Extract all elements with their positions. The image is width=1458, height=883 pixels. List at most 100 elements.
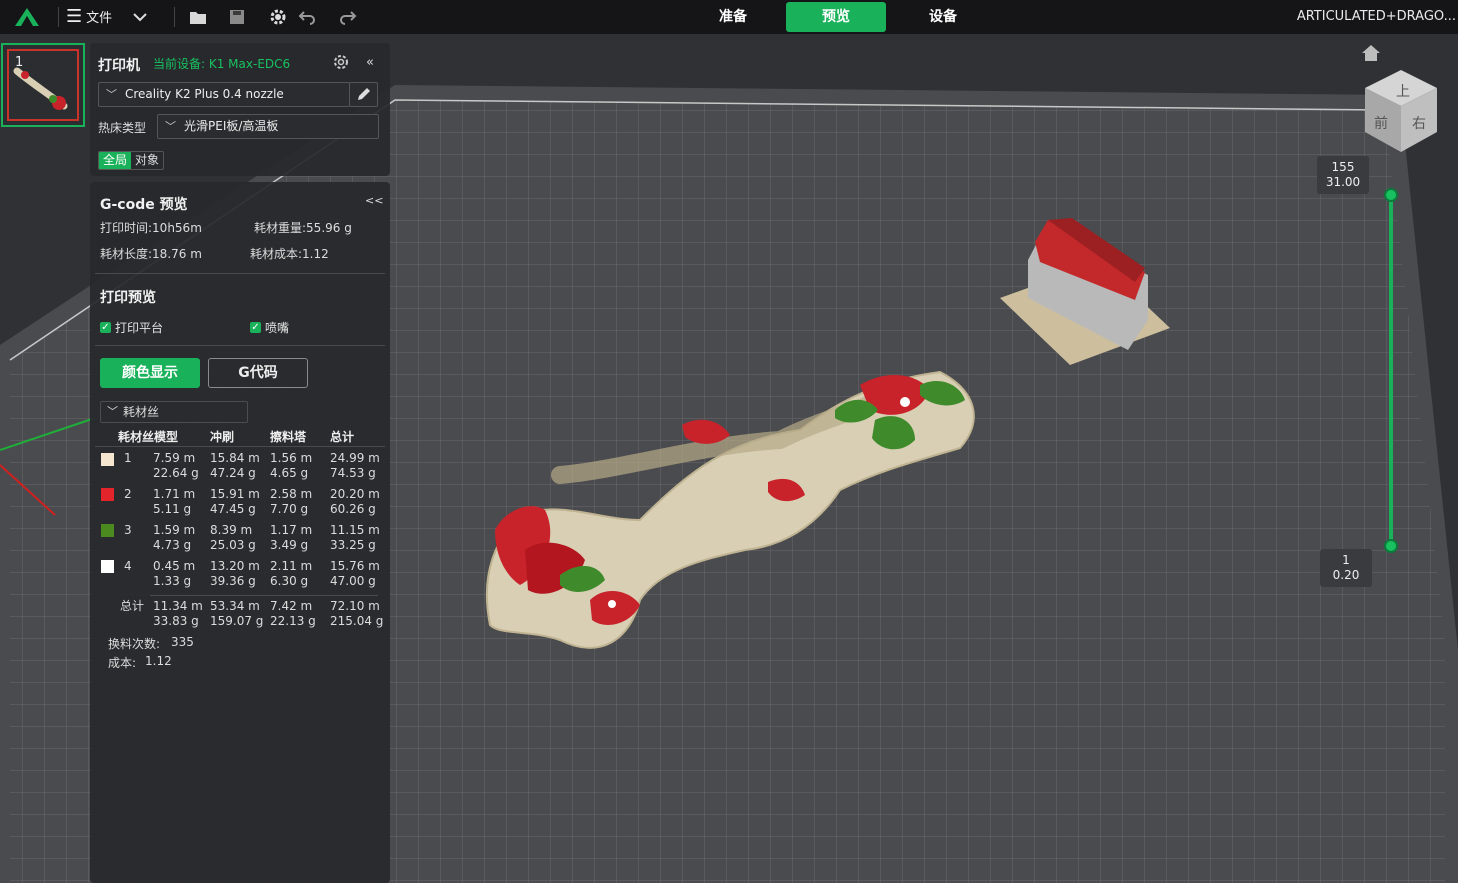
flush-weight: 25.03 g: [210, 538, 256, 552]
tower-length: 2.58 m: [270, 487, 313, 501]
chevron-down-icon[interactable]: [131, 8, 149, 26]
filament-changes-label: 换料次数:: [108, 637, 161, 651]
bottom-layer-number: 1: [1342, 553, 1350, 567]
total-label: 总计: [120, 599, 145, 613]
total-model-length: 11.34 m: [153, 599, 203, 613]
total-weight: 74.53 g: [330, 466, 376, 480]
collapse-gcode-panel-button[interactable]: <<: [365, 194, 383, 207]
column-header-flush: 冲刷: [210, 430, 235, 444]
bed-type-label: 热床类型: [98, 121, 147, 135]
filament-swatch: [101, 488, 114, 501]
model-weight: 5.11 g: [153, 502, 192, 516]
pencil-icon: [358, 88, 370, 100]
tower-weight: 7.70 g: [270, 502, 309, 516]
model-weight: 4.73 g: [153, 538, 192, 552]
flush-length: 13.20 m: [210, 559, 260, 573]
checkbox-checked-icon: ✓: [100, 322, 111, 333]
total-flush-length: 53.34 m: [210, 599, 260, 613]
view-cube-top-label[interactable]: 上: [1396, 84, 1410, 100]
tower-length: 2.11 m: [270, 559, 313, 573]
layer-slider-bottom-handle[interactable]: [1384, 539, 1398, 553]
total-model-weight: 33.83 g: [153, 614, 199, 628]
layer-slider-top-handle[interactable]: [1384, 188, 1398, 202]
model-weight: 22.64 g: [153, 466, 199, 480]
home-icon[interactable]: [1361, 44, 1381, 62]
thumbnail-index: 1: [15, 55, 24, 70]
chevron-down-icon: ﹀: [107, 405, 118, 418]
filament-id: 3: [124, 523, 132, 537]
section-divider: [95, 273, 385, 274]
color-view-button[interactable]: 颜色显示: [100, 358, 200, 388]
project-title: ARTICULATED+DRAGO...: [1296, 9, 1456, 24]
scope-toggle[interactable]: 全局 对象: [98, 151, 165, 170]
tower-length: 1.56 m: [270, 451, 313, 465]
collapse-printer-panel-button[interactable]: «: [366, 55, 374, 70]
gcode-view-button[interactable]: G代码: [208, 358, 308, 388]
show-nozzle-checkbox[interactable]: ✓ 喷嘴: [250, 319, 289, 336]
show-bed-checkbox[interactable]: ✓ 打印平台: [100, 319, 163, 336]
tab-preview[interactable]: 预览: [786, 2, 886, 32]
toolbar-divider: [174, 7, 175, 27]
scope-object-option[interactable]: 对象: [131, 152, 163, 169]
object-thumbnail[interactable]: 1: [1, 43, 85, 127]
printer-profile-select[interactable]: ﹀ Creality K2 Plus 0.4 nozzle: [98, 82, 350, 107]
top-layer-indicator: 155 31.00: [1317, 156, 1369, 194]
view-cube-right-label[interactable]: 右: [1412, 116, 1426, 132]
total-length: 24.99 m: [330, 451, 380, 465]
filament-changes-value: 335: [171, 635, 194, 649]
edit-printer-button[interactable]: [349, 82, 378, 107]
save-icon[interactable]: [228, 8, 246, 26]
checkbox-checked-icon: ✓: [250, 322, 261, 333]
total-flush-weight: 159.07 g: [210, 614, 264, 628]
undo-icon[interactable]: [298, 8, 316, 26]
cost-label: 成本:: [108, 656, 137, 670]
tower-weight: 4.65 g: [270, 466, 309, 480]
section-divider: [95, 345, 385, 346]
app-window: ☰ 文件 准备 预览 设备 ARTICULATED+DRAGO... 1 打印机…: [0, 0, 1458, 883]
total-tower-length: 7.42 m: [270, 599, 313, 613]
bed-type-value: 光滑PEI板/高温板: [184, 119, 279, 133]
tower-length: 1.17 m: [270, 523, 313, 537]
tab-device[interactable]: 设备: [893, 2, 993, 32]
view-cube[interactable]: 上 前 右: [1362, 68, 1440, 154]
scope-global-option[interactable]: 全局: [99, 152, 132, 169]
layer-slider-track[interactable]: [1389, 195, 1393, 547]
model-length: 1.71 m: [153, 487, 196, 501]
filament-id: 1: [124, 451, 132, 465]
tower-weight: 6.30 g: [270, 574, 309, 588]
file-menu[interactable]: ☰ 文件: [66, 7, 112, 26]
printer-profile-value: Creality K2 Plus 0.4 nozzle: [125, 87, 284, 101]
open-folder-icon[interactable]: [189, 8, 207, 26]
print-time: 打印时间:10h56m: [100, 221, 202, 235]
model-length: 1.59 m: [153, 523, 196, 537]
view-type-select[interactable]: ﹀ 耗材丝: [100, 401, 248, 423]
print-preview-title: 打印预览: [100, 290, 156, 306]
total-divider: [150, 595, 378, 596]
show-bed-label: 打印平台: [115, 321, 164, 335]
total-weight: 47.00 g: [330, 574, 376, 588]
filament-swatch: [101, 524, 114, 537]
tower-weight: 3.49 g: [270, 538, 309, 552]
tab-prepare[interactable]: 准备: [683, 2, 783, 32]
printer-panel-title: 打印机: [98, 58, 140, 74]
chevron-down-icon: ﹀: [165, 120, 176, 133]
top-toolbar: ☰ 文件 准备 预览 设备 ARTICULATED+DRAGO...: [0, 0, 1458, 34]
bed-type-select[interactable]: ﹀ 光滑PEI板/高温板: [157, 114, 379, 139]
model-length: 0.45 m: [153, 559, 196, 573]
total-weight: 60.26 g: [330, 502, 376, 516]
view-cube-front-label[interactable]: 前: [1374, 115, 1388, 132]
table-header-divider: [95, 446, 385, 447]
logo-icon[interactable]: [14, 7, 40, 27]
grand-total-length: 72.10 m: [330, 599, 380, 613]
column-header-model: 耗材丝模型: [118, 430, 179, 444]
filament-id: 2: [124, 487, 132, 501]
top-layer-number: 155: [1331, 160, 1355, 174]
redo-icon[interactable]: [339, 8, 357, 26]
filament-weight: 耗材重量:55.96 g: [254, 221, 352, 235]
total-length: 11.15 m: [330, 523, 380, 537]
printer-settings-icon[interactable]: [332, 53, 350, 71]
total-length: 20.20 m: [330, 487, 380, 501]
column-header-tower: 擦料塔: [270, 430, 307, 444]
menu-icon: ☰: [66, 5, 83, 27]
gear-icon[interactable]: [269, 8, 287, 26]
